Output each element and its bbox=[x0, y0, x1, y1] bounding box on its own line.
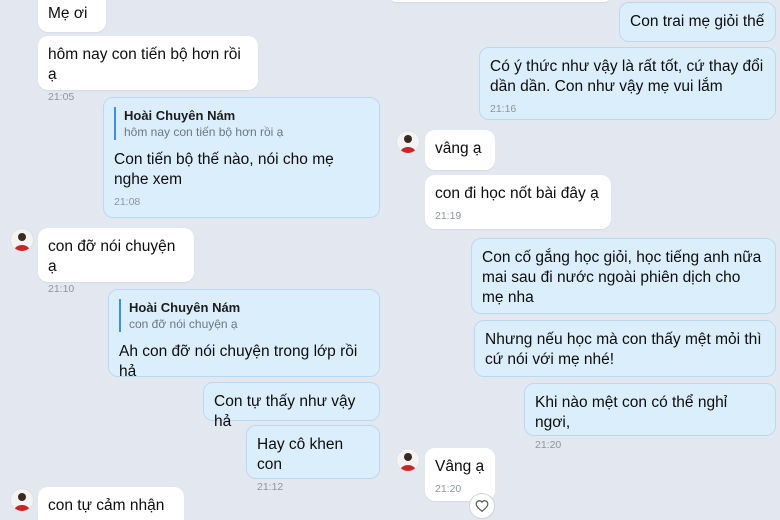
message-text: con đi học nốt bài đây ạ bbox=[435, 185, 599, 202]
message-text: con đỡ nói chuyện ạ bbox=[48, 238, 176, 275]
message-bubble[interactable]: Con tự thấy như vậy hả bbox=[203, 382, 380, 430]
quote-text: hôm nay con tiến bộ hơn rồi ạ bbox=[124, 125, 284, 139]
message-text: Nhưng nếu học mà con thấy mệt mỏi thì cứ… bbox=[485, 331, 762, 368]
message-text: Khi nào mệt con có thể nghỉ ngơi, bbox=[535, 394, 728, 431]
avatar-icon[interactable] bbox=[10, 488, 34, 512]
message-text: Ah con đỡ nói chuyện trong lớp rồi hả bbox=[119, 343, 358, 380]
message-text: Con trai mẹ giỏi thế bbox=[630, 13, 765, 30]
message-time: 21:20 bbox=[535, 439, 562, 451]
avatar-icon[interactable] bbox=[396, 448, 420, 472]
avatar-icon[interactable] bbox=[10, 228, 34, 252]
message-bubble[interactable]: con đi học nốt bài đây ạ 21:19 bbox=[425, 175, 611, 229]
message-bubble[interactable]: con đỡ nói chuyện ạ 21:10 bbox=[38, 228, 194, 295]
message-text: Có ý thức như vậy là rất tốt, cứ thay đổ… bbox=[490, 58, 764, 95]
message-text: Con cố gắng học giỏi, học tiếng anh nữa … bbox=[482, 249, 762, 306]
message-time: 21:19 bbox=[435, 210, 462, 222]
message-bubble[interactable]: Con cố gắng học giỏi, học tiếng anh nữa … bbox=[471, 238, 776, 314]
message-time: 21:08 bbox=[114, 196, 141, 208]
message-bubble[interactable]: Mẹ ơi bbox=[38, 0, 106, 32]
message-bubble[interactable]: hôm nay con tiến bộ hơn rồi ạ 21:05 bbox=[38, 36, 258, 103]
message-bubble[interactable]: Có ý thức như vậy là rất tốt, cứ thay đổ… bbox=[479, 47, 776, 120]
message-text: Mẹ ơi bbox=[48, 5, 88, 22]
quoted-message[interactable]: Hoài Chuyên Nám hôm nay con tiến bộ hơn … bbox=[114, 107, 369, 140]
quote-sender: Hoài Chuyên Nám bbox=[124, 108, 236, 123]
message-bubble[interactable]: con tự cảm nhận ạ bbox=[38, 487, 184, 520]
heart-icon[interactable] bbox=[469, 493, 495, 519]
quote-text: con đỡ nói chuyện ạ bbox=[129, 317, 238, 331]
quoted-message[interactable]: Hoài Chuyên Nám con đỡ nói chuyện ạ bbox=[119, 299, 369, 332]
message-bubble[interactable]: vâng ạ bbox=[425, 130, 495, 170]
message-text: hôm nay con tiến bộ hơn rồi ạ bbox=[48, 46, 241, 83]
reply-message-bubble[interactable]: Hoài Chuyên Nám hôm nay con tiến bộ hơn … bbox=[103, 97, 380, 218]
quote-sender: Hoài Chuyên Nám bbox=[129, 300, 241, 315]
reply-message-bubble[interactable]: Hoài Chuyên Nám con đỡ nói chuyện ạ Ah c… bbox=[108, 289, 380, 380]
chat-panel-right: Con trai mẹ giỏi thế Có ý thức như vậy l… bbox=[390, 0, 780, 520]
message-text: Vâng ạ bbox=[435, 458, 485, 475]
message-bubble[interactable]: Khi nào mệt con có thể nghỉ ngơi, 21:20 bbox=[524, 383, 776, 451]
message-time: 21:12 bbox=[257, 481, 284, 493]
avatar-icon[interactable] bbox=[396, 130, 420, 154]
message-text: vâng ạ bbox=[435, 140, 482, 157]
message-bubble[interactable]: Hay cô khen con 21:12 bbox=[246, 425, 380, 493]
message-bubble[interactable]: Con trai mẹ giỏi thế bbox=[619, 2, 776, 42]
message-text: con tự cảm nhận ạ bbox=[48, 497, 165, 520]
message-text: Hay cô khen con bbox=[257, 436, 344, 473]
chat-panel-left: Mẹ ơi hôm nay con tiến bộ hơn rồi ạ 21:0… bbox=[0, 0, 390, 520]
message-time: 21:16 bbox=[490, 103, 517, 115]
message-bubble[interactable]: Nhưng nếu học mà con thấy mệt mỏi thì cứ… bbox=[474, 320, 776, 377]
message-text: Con tiến bộ thế nào, nói cho mẹ nghe xem bbox=[114, 151, 334, 188]
message-bubble-partial[interactable] bbox=[390, 0, 610, 2]
